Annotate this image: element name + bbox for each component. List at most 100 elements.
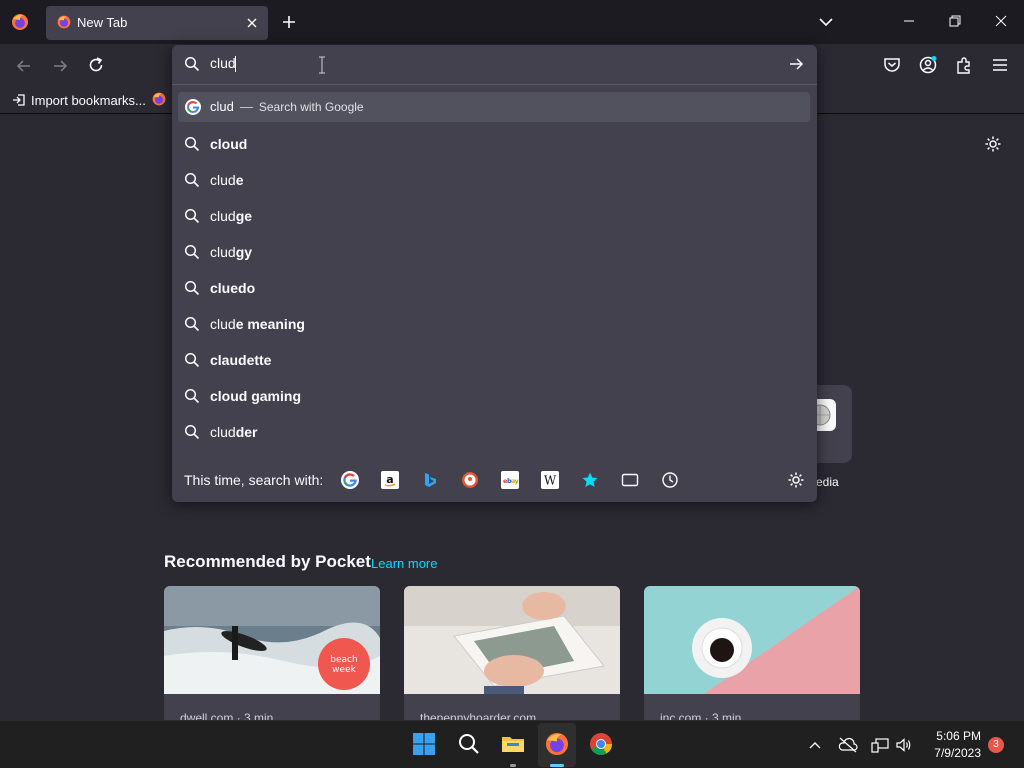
- completion-part: e: [235, 172, 244, 188]
- minimize-icon[interactable]: [902, 14, 916, 28]
- amazon-icon[interactable]: a: [381, 471, 399, 489]
- close-tab-icon[interactable]: [244, 15, 260, 31]
- typed-part: clud: [210, 208, 236, 224]
- suggestion-row[interactable]: cludder: [184, 414, 804, 450]
- clock-time[interactable]: 5:06 PM: [925, 729, 981, 743]
- firefox-view-icon[interactable]: [10, 12, 30, 32]
- tab-strip: New Tab: [0, 0, 1024, 44]
- import-bookmarks-label: Import bookmarks...: [31, 92, 146, 108]
- firefox-favicon-icon: [56, 14, 72, 30]
- suggestion-row[interactable]: cloud gaming: [184, 378, 804, 414]
- suggestion-search-with-google[interactable]: clud — Search with Google: [178, 92, 810, 122]
- restore-icon[interactable]: [948, 14, 962, 28]
- completion-part: ge: [235, 208, 253, 224]
- typed-part: clud: [210, 244, 236, 260]
- pocket-card[interactable]: beach week dwell.com · 3 min: [164, 586, 380, 726]
- search-icon: [184, 56, 200, 72]
- svg-text:a: a: [386, 473, 393, 486]
- extensions-puzzle-icon[interactable]: [954, 55, 974, 75]
- firefox-bookmark-icon[interactable]: [151, 91, 167, 107]
- ebay-icon[interactable]: ebay: [501, 471, 519, 489]
- forward-arrow-icon[interactable]: [51, 57, 69, 75]
- search-icon: [184, 352, 200, 368]
- typed-part: clud: [210, 424, 236, 440]
- text-caret: [235, 56, 236, 72]
- completion-part: der: [235, 424, 258, 440]
- volume-icon[interactable]: [895, 736, 913, 754]
- completion-part: claudette: [210, 352, 272, 368]
- completion-part: cloud: [210, 136, 248, 152]
- divider: [172, 84, 817, 85]
- chrome-icon[interactable]: [588, 731, 614, 757]
- svg-text:beach: beach: [330, 655, 357, 665]
- completion-part: gy: [235, 244, 253, 260]
- pocket-icon[interactable]: [882, 55, 902, 75]
- shortcut-label: edia: [816, 475, 839, 489]
- search-icon: [184, 208, 200, 224]
- search-icon: [184, 388, 200, 404]
- learn-more-link[interactable]: Learn more: [371, 556, 437, 571]
- go-arrow-icon[interactable]: [788, 56, 804, 72]
- chevron-up-icon[interactable]: [807, 737, 823, 753]
- import-icon: [13, 94, 25, 106]
- tab-new-tab[interactable]: New Tab: [46, 6, 268, 40]
- bookmarks-star-icon[interactable]: [581, 471, 599, 489]
- network-icon[interactable]: [871, 736, 889, 754]
- onedrive-cloud-icon[interactable]: [838, 736, 858, 754]
- search-icon[interactable]: [456, 731, 482, 757]
- clock-date[interactable]: 7/9/2023: [925, 746, 981, 760]
- typed-part: clud: [210, 316, 236, 332]
- suggestion-row[interactable]: claudette: [184, 342, 804, 378]
- one-off-label: This time, search with:: [184, 472, 324, 488]
- chevron-down-icon[interactable]: [817, 13, 835, 31]
- pocket-card[interactable]: inc.com · 3 min: [644, 586, 860, 726]
- history-clock-icon[interactable]: [661, 471, 679, 489]
- reload-icon[interactable]: [87, 56, 105, 74]
- firefox-icon[interactable]: [544, 731, 570, 757]
- suggestion-row[interactable]: cluedo: [184, 270, 804, 306]
- windows-start-icon[interactable]: [411, 731, 437, 757]
- urlbar-popup: clud clud — Search with Google cloud clude…: [172, 45, 817, 502]
- wikipedia-icon[interactable]: W: [541, 471, 559, 489]
- coffee-cup-image: [644, 586, 860, 694]
- google-icon[interactable]: [341, 471, 359, 489]
- notification-badge[interactable]: 3: [988, 737, 1004, 753]
- tabs-icon[interactable]: [621, 471, 639, 489]
- urlbar-input[interactable]: clud: [210, 55, 236, 71]
- search-icon: [184, 316, 200, 332]
- svg-text:y: y: [515, 477, 520, 485]
- suggestion-query: clud: [210, 99, 234, 114]
- one-off-search-bar: This time, search with: a ebay W: [172, 462, 817, 502]
- svg-text:W: W: [544, 474, 557, 488]
- pocket-card[interactable]: thepennyhoarder.com: [404, 586, 620, 726]
- search-icon: [184, 244, 200, 260]
- import-bookmarks-button[interactable]: Import bookmarks...: [12, 91, 146, 109]
- ibeam-cursor-icon: [318, 56, 326, 74]
- new-tab-plus-icon[interactable]: [280, 13, 298, 31]
- duckduckgo-icon[interactable]: [461, 471, 479, 489]
- suggestion-row[interactable]: cludge: [184, 198, 804, 234]
- search-icon: [184, 280, 200, 296]
- bing-icon[interactable]: [421, 471, 439, 489]
- money-envelope-image: [404, 586, 620, 694]
- file-explorer-icon[interactable]: [500, 731, 526, 757]
- google-icon: [185, 99, 201, 115]
- suggestion-row[interactable]: cloud: [184, 126, 804, 162]
- account-icon[interactable]: [918, 55, 938, 75]
- completion-part: cluedo: [210, 280, 256, 296]
- back-arrow-icon[interactable]: [15, 57, 33, 75]
- active-indicator: [550, 764, 564, 767]
- windows-taskbar: 5:06 PM 7/9/2023 3: [0, 720, 1024, 768]
- suggestion-row[interactable]: clude meaning: [184, 306, 804, 342]
- hamburger-menu-icon[interactable]: [990, 55, 1010, 75]
- close-window-icon[interactable]: [994, 14, 1008, 28]
- suggestion-row[interactable]: cludgy: [184, 234, 804, 270]
- completion-part: e meaning: [235, 316, 305, 332]
- gear-icon[interactable]: [984, 135, 1002, 153]
- search-settings-gear-icon[interactable]: [787, 471, 805, 489]
- pocket-heading: Recommended by Pocket: [164, 552, 371, 571]
- search-icon: [184, 172, 200, 188]
- svg-text:week: week: [332, 665, 356, 675]
- completion-part: cloud gaming: [210, 388, 301, 404]
- suggestion-row[interactable]: clude: [184, 162, 804, 198]
